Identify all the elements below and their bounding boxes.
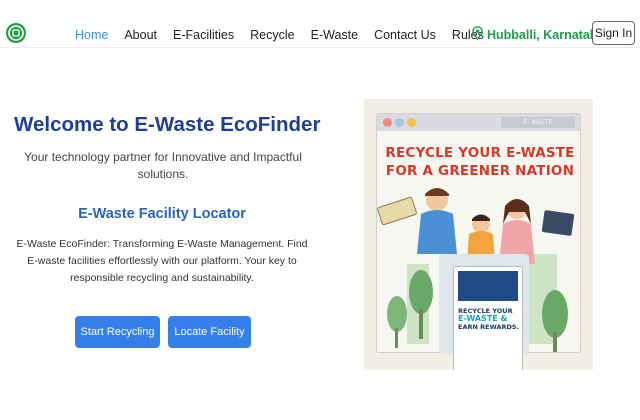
tree-icon [542,290,568,338]
start-recycling-button[interactable]: Start Recycling [75,316,160,348]
recycle-poster: RECYCLE YOUR E-WASTE & EARN REWARDS. [453,266,523,370]
tree-icon [387,296,407,332]
laptop-icon [541,210,575,236]
recycle-logo-icon[interactable] [6,23,26,43]
facility-locator-heading: E-Waste Facility Locator [78,206,246,222]
hero-title: Welcome to E-Waste EcoFinder [14,113,321,136]
location-indicator[interactable]: Hubballi, Karnataka [472,26,604,43]
hero-illustration: E-WASTE RECYCLE YOUR E-WASTE FOR A GREEN… [364,99,593,370]
nav-link-e-facilities[interactable]: E-Facilities [165,26,242,46]
hero-subtitle: Your technology partner for Innovative a… [24,150,302,181]
nav-link-recycle[interactable]: Recycle [242,26,302,46]
illustration-browser-window: E-WASTE RECYCLE YOUR E-WASTE FOR A GREEN… [376,113,581,370]
poster-line: E-WASTE & [458,314,508,323]
navbar: Home About E-Facilities Recycle E-Waste … [0,0,640,48]
location-label: Hubballi, Karnataka [487,27,604,42]
person-shirt [417,210,457,254]
keyboard-icon [377,196,417,226]
nav-link-about[interactable]: About [116,26,165,46]
nav-link-home[interactable]: Home [67,26,116,46]
nav-menu: Home About E-Facilities Recycle E-Waste … [67,26,492,46]
locate-facility-button[interactable]: Locate Facility [168,316,251,348]
poster-header [458,271,518,301]
map-pin-icon [472,26,483,43]
poster-line: EARN REWARDS. [458,323,520,331]
nav-link-e-waste[interactable]: E-Waste [303,26,366,46]
poster-text: RECYCLE YOUR E-WASTE & EARN REWARDS. [458,307,520,331]
nav-link-contact-us[interactable]: Contact Us [366,26,444,46]
sign-in-button[interactable]: Sign In [592,21,635,45]
tree-icon [409,270,433,314]
hero-description: E-Waste EcoFinder: Transforming E-Waste … [16,238,308,284]
